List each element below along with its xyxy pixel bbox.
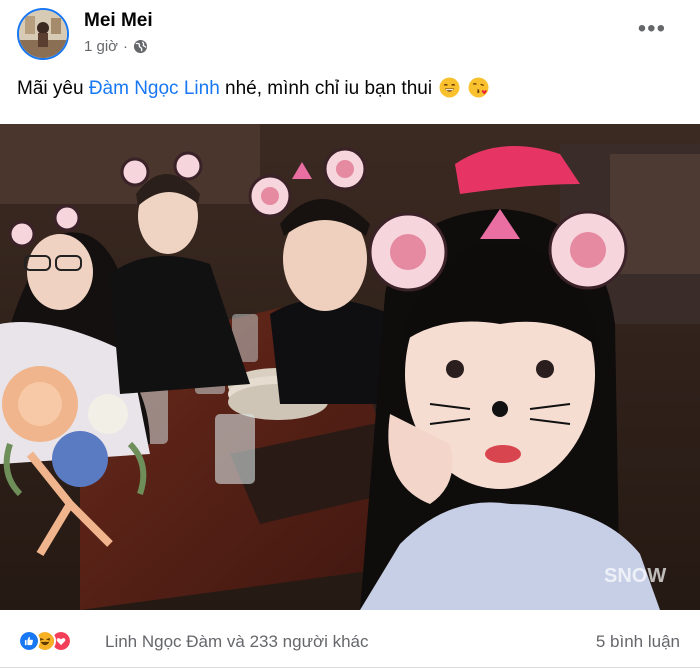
grinning-face-emoji <box>439 77 460 98</box>
post-footer: Linh Ngọc Đàm và 233 người khác 5 bình l… <box>0 610 700 668</box>
globe-icon[interactable] <box>133 39 148 54</box>
mention-link[interactable]: Đàm Ngọc Linh <box>89 78 220 99</box>
comments-count[interactable]: 5 bình luận <box>596 632 680 652</box>
author-avatar[interactable] <box>17 8 69 60</box>
caption-suffix: nhé, mình chỉ iu bạn thui <box>219 78 433 99</box>
photo-illustration: SNOW <box>0 124 700 610</box>
caption-prefix: Mãi yêu <box>17 78 89 99</box>
more-options-icon[interactable]: ••• <box>638 17 666 41</box>
post-header: Mei Mei 1 giờ · ••• <box>0 0 700 68</box>
post-caption: Mãi yêu Đàm Ngọc Linh nhé, mình chỉ iu b… <box>17 77 489 100</box>
post-photo[interactable]: SNOW <box>0 124 700 610</box>
reactions-count[interactable]: Linh Ngọc Đàm và 233 người khác <box>105 632 369 652</box>
post-time[interactable]: 1 giờ <box>84 38 118 55</box>
author-name[interactable]: Mei Mei <box>84 10 153 32</box>
post-meta: 1 giờ · <box>84 38 148 55</box>
snow-watermark: SNOW <box>604 565 666 587</box>
face-blowing-kiss-emoji <box>468 77 489 98</box>
like-icon <box>18 630 40 652</box>
